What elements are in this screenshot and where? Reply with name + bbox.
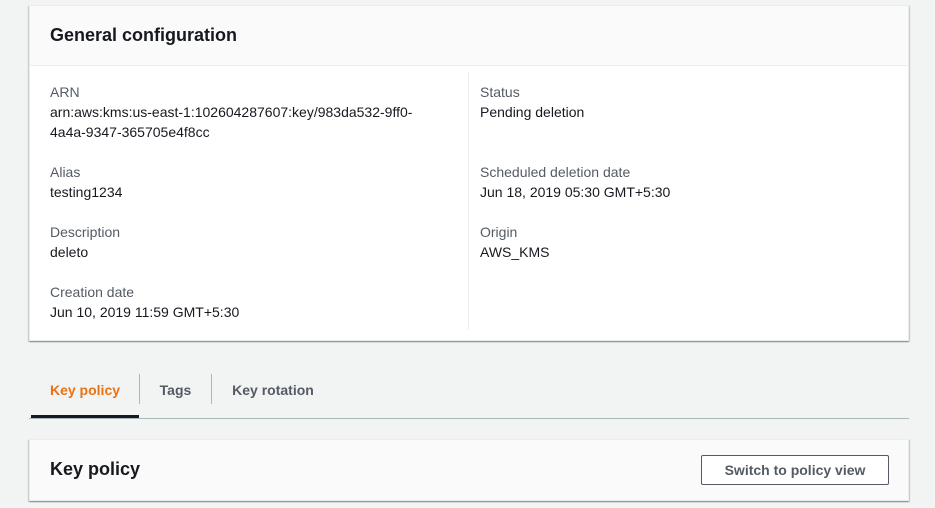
general-configuration-title: General configuration <box>50 25 238 45</box>
creation-date-field: Creation date Jun 10, 2019 11:59 GMT+5:3… <box>50 282 450 322</box>
arn-value-line1: arn:aws:kms:us-east-1:102604287607:key/9… <box>50 104 413 120</box>
arn-value-line2: 4a4a-9347-365705e4f8cc <box>50 124 210 140</box>
switch-to-policy-view-button[interactable]: Switch to policy view <box>701 455 889 485</box>
alias-label: Alias <box>50 164 81 180</box>
alias-field: Alias testing1234 <box>50 162 450 202</box>
key-policy-panel: Key policy Switch to policy view <box>29 439 909 501</box>
creation-date-value: Jun 10, 2019 11:59 GMT+5:30 <box>50 304 240 320</box>
tab-key-rotation[interactable]: Key rotation <box>212 362 334 418</box>
status-value: Pending deletion <box>480 104 585 120</box>
arn-label: ARN <box>50 84 80 100</box>
tab-key-policy[interactable]: Key policy <box>31 362 139 418</box>
key-policy-title: Key policy <box>50 459 141 479</box>
origin-label: Origin <box>480 224 518 240</box>
general-configuration-panel: General configuration ARN arn:aws:kms:us… <box>29 5 909 341</box>
active-tab-indicator <box>31 415 139 418</box>
tab-tags[interactable]: Tags <box>140 362 211 418</box>
description-field: Description deleto <box>50 222 450 262</box>
scheduled-deletion-date-value: Jun 18, 2019 05:30 GMT+5:30 <box>480 184 671 200</box>
scheduled-deletion-date-field: Scheduled deletion date Jun 18, 2019 05:… <box>480 162 880 202</box>
status-field: Status Pending deletion <box>480 82 880 122</box>
origin-field: Origin AWS_KMS <box>480 222 880 262</box>
description-label: Description <box>50 224 121 240</box>
arn-field: ARN arn:aws:kms:us-east-1:102604287607:k… <box>50 82 450 142</box>
alias-value: testing1234 <box>50 184 123 200</box>
general-configuration-header: General configuration <box>30 6 908 66</box>
creation-date-label: Creation date <box>50 284 135 300</box>
origin-value: AWS_KMS <box>480 244 550 260</box>
status-label: Status <box>480 84 520 100</box>
general-configuration-body: ARN arn:aws:kms:us-east-1:102604287607:k… <box>30 66 908 340</box>
tab-bar: Key policy Tags Key rotation <box>29 362 909 419</box>
column-divider <box>468 72 469 330</box>
scheduled-deletion-date-label: Scheduled deletion date <box>480 164 631 180</box>
description-value: deleto <box>50 244 89 260</box>
